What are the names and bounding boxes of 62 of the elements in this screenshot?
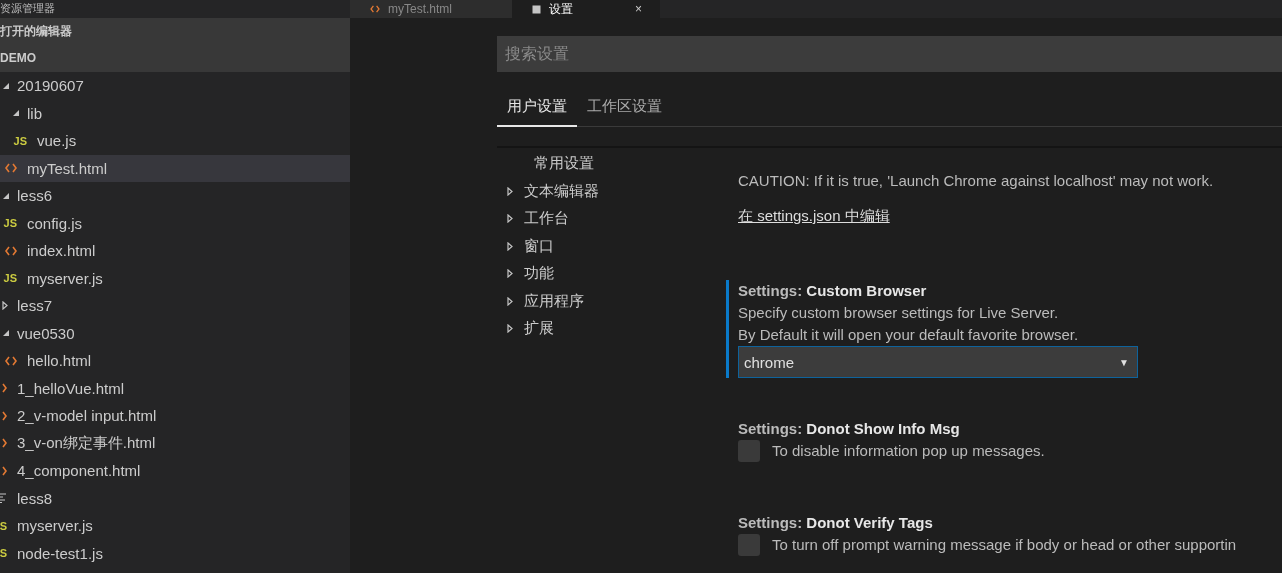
editor-tab[interactable]: 设置 × [512,0,660,18]
collapsed-triangle-icon [507,186,513,196]
collapsed-triangle-icon [507,241,513,251]
expanded-triangle-icon [2,191,10,200]
toc-item[interactable]: 工作台 [497,205,726,233]
js-file-icon: S [0,519,7,532]
expanded-triangle-icon [2,329,10,338]
tree-item[interactable]: 1_helloVue.html [0,374,350,402]
toc-item[interactable]: 功能 [497,260,726,288]
tree-item[interactable]: S myserver.js [0,512,350,540]
setting-title: Settings: Donot Verify Tags [738,513,934,533]
scope-tab[interactable]: 工作区设置 [577,91,672,126]
tree-item[interactable]: less7 [0,292,350,320]
setting-description: CAUTION: If it is true, 'Launch Chrome against localhost' may not work. [738,171,1215,191]
section-header[interactable]: DEMO [0,45,350,72]
expanded-triangle-icon [12,109,20,118]
tree-item[interactable]: S node-test1.js [0,539,350,567]
js-file-icon: JS [13,134,27,147]
tree-item[interactable]: JS vue.js [0,127,350,155]
tree-item[interactable]: 4_component.html [0,457,350,485]
toc-item[interactable]: 应用程序 [497,287,726,315]
tree-item[interactable]: less8 [0,484,350,512]
collapsed-triangle-icon [507,214,513,224]
collapsed-triangle-icon [507,269,513,279]
search-field[interactable]: 搜索设置 [497,36,1282,72]
tree-item[interactable]: less6 [0,182,350,210]
explorer-title: 资源管理器 [0,1,56,16]
collapsed-triangle-icon [2,301,8,311]
toc-item[interactable]: 窗口 [497,232,726,260]
edit-in-settings-link[interactable]: 在 settings.json 中编辑 [738,207,890,226]
tree-item[interactable]: lib [0,99,350,127]
scope-tab[interactable]: 用户设置 [497,91,577,127]
section-header[interactable]: 打开的编辑器 [0,18,350,45]
js-file-icon: JS [3,217,17,230]
tree-item[interactable]: index.html [0,237,350,265]
editor-tab[interactable]: myTest.html [350,0,512,18]
toc-item[interactable]: 扩展 [497,315,726,343]
tree-item[interactable]: 2_v-model input.html [0,402,350,430]
setting-title: Settings: Donot Show Info Msg [738,419,961,439]
document-icon [532,4,541,14]
setting-description: To disable information pop up messages. [772,441,1045,461]
browser-dropdown[interactable]: chrome ▼ [738,346,1138,378]
tree-item[interactable]: JS myserver.js [0,264,350,292]
checkbox[interactable] [738,440,760,462]
js-file-icon: S [0,547,7,560]
setting-title: Settings: Custom Browser [738,281,928,301]
collapsed-triangle-icon [507,324,513,334]
js-file-icon: JS [3,272,17,285]
tree-item[interactable]: 3_v-on绑定事件.html [0,429,350,457]
collapsed-triangle-icon [507,296,513,306]
checkbox[interactable] [738,534,760,556]
setting-description: Specify custom browser settings for Live Server. By Default it will open your default favorite browser. [738,303,1080,345]
setting-description: To turn off prompt warning message if body or head or other supportin [772,535,1237,555]
tree-item[interactable]: vue0530 [0,319,350,347]
tree-item[interactable]: JS config.js [0,209,350,237]
toc-item[interactable]: 文本编辑器 [497,177,726,205]
toc-item[interactable]: 常用设置 [497,150,726,178]
tree-item[interactable]: 20190607 [0,72,350,100]
close-button[interactable]: × [635,2,642,16]
tree-item[interactable]: myTest.html [0,154,350,182]
expanded-triangle-icon [2,81,10,90]
tree-item[interactable]: hello.html [0,347,350,375]
